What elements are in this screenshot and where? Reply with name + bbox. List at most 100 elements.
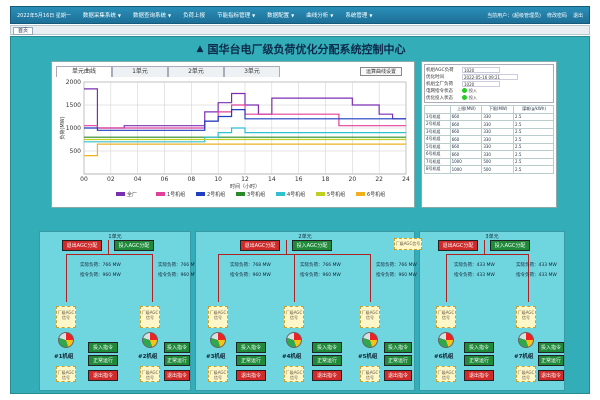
cmd-enter-button[interactable]: 正常运行 — [312, 355, 342, 366]
nav-curve-analysis[interactable]: 曲线分析 ▼ — [300, 11, 339, 20]
info-row-time: 优化时间 2022-05-16 09:21 — [426, 73, 552, 80]
info-row-opt-status: 优化投入状态 投入 — [426, 94, 477, 101]
x-tick-label: 16 — [295, 176, 303, 183]
unit-label: #1机组 — [54, 354, 74, 360]
load-readout: 指令负荷：960 MW — [158, 273, 199, 278]
bus-line — [294, 254, 295, 302]
unit-label: #7机组 — [514, 354, 534, 360]
status-led-icon — [462, 95, 467, 100]
table-cell: 2号机组 — [424, 120, 451, 129]
legend-swatch — [156, 192, 165, 196]
load-readout: 实际负荷：433 MW — [516, 263, 557, 268]
load-chart-panel: 单元曲线 1单元 2单元 3单元 运算曲线设置 500 1000 1500 2000 0… — [51, 61, 415, 208]
nav-energy-index[interactable]: 节能指标管理 ▼ — [211, 11, 261, 20]
nav-data-acquisition[interactable]: 数据采集系统 ▼ — [77, 11, 127, 20]
unit-label: #3机组 — [206, 354, 226, 360]
current-date: 2022年5月16日 星期一 — [17, 12, 71, 19]
page-title: 国华台电厂级负荷优化分配系统控制中心 — [207, 43, 406, 56]
cmd-enter-button[interactable]: 投入指令 — [538, 342, 564, 353]
info-row-grid-status: 电网指令状态 投入 — [426, 87, 477, 94]
table-cell: 1号机组 — [424, 112, 451, 121]
cmd-exit-button[interactable]: 退出指令 — [464, 370, 494, 381]
agc-enter-button[interactable]: 投入AGC分配 — [292, 240, 332, 251]
cmd-exit-button[interactable]: 退出指令 — [164, 370, 190, 381]
x-tick-label: 12 — [241, 176, 249, 183]
cmd-enter-button[interactable]: 正常运行 — [464, 355, 494, 366]
cmd-enter-button[interactable]: 投入指令 — [384, 342, 412, 353]
change-password-link[interactable]: 修改密码 — [547, 12, 567, 19]
agc-signal-box: 厂级AGC信号 — [208, 306, 228, 328]
agc-signal-box: 厂级AGC信号 — [360, 366, 380, 382]
table-cell: 2.5 — [513, 142, 554, 151]
legend-swatch — [276, 192, 285, 196]
load-readout: 实际负荷：768 MW — [230, 263, 271, 268]
agc-exit-button[interactable]: 退出AGC分配 — [438, 240, 478, 251]
y-tick-label: 2000 — [66, 79, 81, 86]
agc-exit-button[interactable]: 退出AGC分配 — [62, 240, 102, 251]
cmd-exit-button[interactable]: 退出指令 — [384, 370, 412, 381]
load-readout: 实际负荷：766 MW — [376, 263, 417, 268]
load-readout: 指令负荷：433 MW — [516, 273, 557, 278]
agc-enter-button[interactable]: 投入AGC分配 — [490, 240, 530, 251]
tab-unit-2[interactable]: 2单元 — [168, 66, 224, 77]
table-cell: 330 — [481, 120, 515, 129]
y-tick-label: 1000 — [66, 125, 81, 132]
user-area: 当前用户：(超级管理员) 修改密码 退出 — [487, 12, 589, 19]
chevron-down-icon: ▼ — [167, 12, 172, 18]
x-tick-label: 04 — [134, 176, 142, 183]
cmd-enter-button[interactable]: 投入指令 — [164, 342, 190, 353]
agc-enter-button[interactable]: 投入AGC分配 — [114, 240, 154, 251]
nav-data-config[interactable]: 数据配置 ▼ — [261, 11, 300, 20]
legend-swatch — [316, 192, 325, 196]
y-axis-label: 负荷(MW) — [59, 116, 66, 139]
nav-load-report[interactable]: 负荷上报 — [177, 11, 211, 19]
table-cell: 330 — [481, 150, 515, 159]
cmd-enter-button[interactable]: 正常运行 — [236, 355, 266, 366]
legend-swatch — [196, 192, 205, 196]
table-header: 上限(MW) — [449, 105, 483, 114]
cmd-enter-button[interactable]: 正常运行 — [88, 355, 118, 366]
nav-data-query[interactable]: 数据查询系统 ▼ — [127, 11, 177, 20]
logout-link[interactable]: 退出 — [573, 12, 583, 19]
main-content: ▲ 国华台电厂级负荷优化分配系统控制中心 单元曲线 1单元 2单元 3单元 运算… — [10, 36, 590, 394]
x-tick-label: 18 — [322, 176, 330, 183]
table-cell: 6号机组 — [424, 150, 451, 159]
cmd-exit-button[interactable]: 退出指令 — [538, 370, 564, 381]
load-pie-icon — [142, 332, 158, 348]
cmd-enter-button[interactable]: 投入指令 — [88, 342, 118, 353]
legend-label: 全厂 — [127, 191, 137, 198]
table-cell: 330 — [481, 135, 515, 144]
load-pie-icon — [210, 332, 226, 348]
unit-info-panel: 机组AGC负荷 1020 优化时间 2022-05-16 09:21 机组全厂负荷 1… — [421, 61, 557, 208]
agc-exit-button[interactable]: 退出AGC分配 — [240, 240, 280, 251]
current-user: 当前用户：(超级管理员) — [487, 12, 541, 19]
cmd-enter-button[interactable]: 正常运行 — [538, 355, 564, 366]
cmd-enter-button[interactable]: 投入指令 — [312, 342, 342, 353]
cmd-exit-button[interactable]: 退出指令 — [312, 370, 342, 381]
nav-system-management[interactable]: 系统管理 ▼ — [339, 11, 378, 20]
table-row: 3号机组 660 330 2.5 — [424, 127, 554, 136]
cmd-enter-button[interactable]: 正常运行 — [384, 355, 412, 366]
load-line-chart: 500 1000 1500 2000 00 02 04 06 08 10 12 14 16 18 20 22 2… — [59, 79, 410, 198]
x-tick-label: 00 — [80, 176, 88, 183]
chevron-down-icon: ▼ — [291, 12, 295, 18]
x-tick-label: 02 — [107, 176, 115, 183]
cmd-enter-button[interactable]: 正常运行 — [164, 355, 190, 366]
agc-signal-box: 厂级AGC信号 — [56, 366, 76, 382]
table-cell: 660 — [449, 120, 483, 129]
cmd-enter-button[interactable]: 投入指令 — [236, 342, 266, 353]
tab-unit-3[interactable]: 3单元 — [224, 66, 280, 77]
status-led-icon — [462, 88, 467, 93]
agc-signal-box: 厂级AGC信号 — [284, 306, 304, 328]
cmd-enter-button[interactable]: 投入指令 — [464, 342, 494, 353]
tab-home[interactable]: 首页 — [13, 27, 34, 35]
cmd-exit-button[interactable]: 退出指令 — [88, 370, 118, 381]
chart-tabs: 单元曲线 1单元 2单元 3单元 — [56, 66, 280, 77]
table-cell: 2.5 — [513, 120, 554, 129]
cmd-exit-button[interactable]: 退出指令 — [236, 370, 266, 381]
tab-unit-curve[interactable]: 单元曲线 — [56, 66, 112, 77]
tab-unit-1[interactable]: 1单元 — [112, 66, 168, 77]
agc-signal-box: 厂级AGC信号 — [140, 306, 160, 328]
x-tick-label: 14 — [268, 176, 276, 183]
curve-setting-button[interactable]: 运算曲线设置 — [360, 67, 402, 76]
